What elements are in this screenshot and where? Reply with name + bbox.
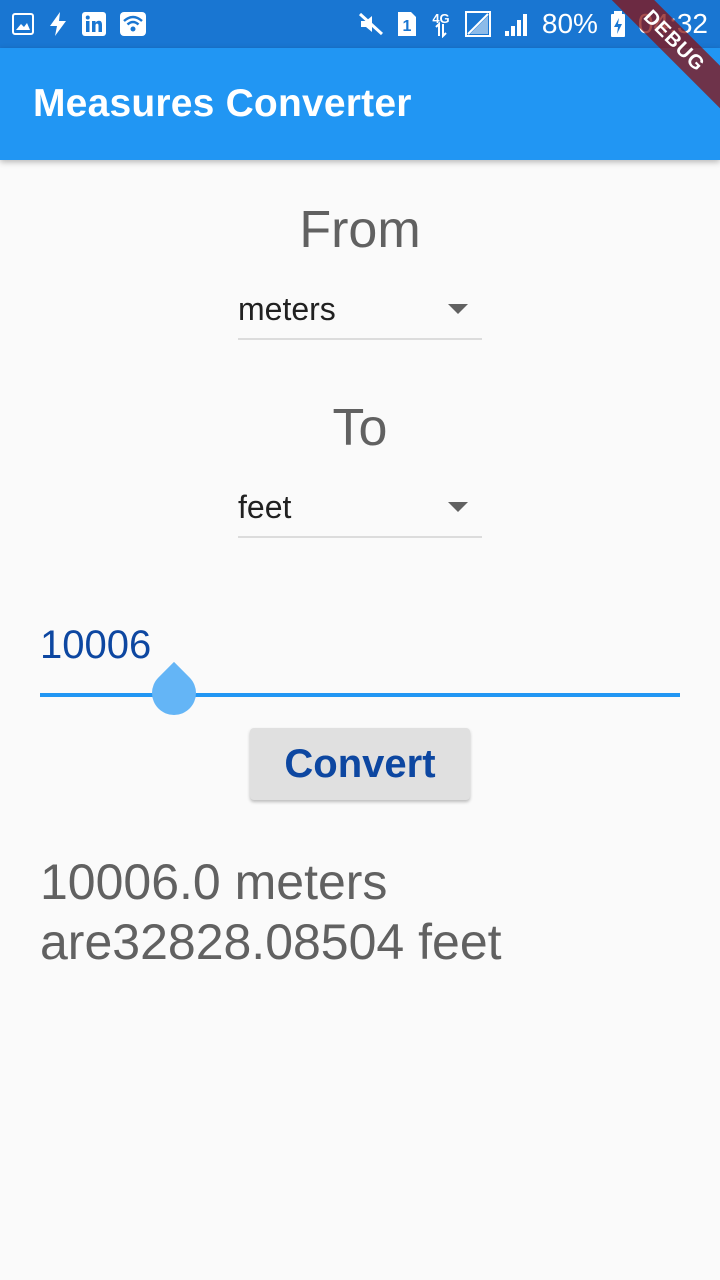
app-bar: Measures Converter [0,48,720,160]
no-signal-icon [464,10,492,38]
to-label: To [332,399,388,457]
dropdown-arrow-icon [448,502,468,512]
status-bar-left [12,11,146,37]
from-label: From [299,201,421,259]
result-text: 10006.0 meters are32828.08504 feet [40,852,680,972]
value-field [40,614,680,725]
result-line-2: are32828.08504 feet [40,914,502,970]
mute-icon [358,12,384,36]
signal-icon [504,11,530,37]
sim-1-icon: 1 [396,10,418,38]
svg-text:4G: 4G [432,11,449,26]
value-input[interactable] [40,614,680,676]
to-unit-value: feet [238,488,292,525]
battery-percentage: 80% [541,8,598,39]
wifi-icon [120,12,146,36]
from-unit-dropdown[interactable]: meters [238,280,482,340]
status-bar: 1 4G 80% 04:32 [0,0,720,48]
status-bar-right: 1 4G 80% 04:32 [358,8,708,40]
value-field-underline [40,693,680,697]
result-line-1: 10006.0 meters [40,854,388,910]
battery-icon [610,10,626,38]
gallery-icon [12,13,34,35]
from-unit-value: meters [238,290,336,327]
dropdown-arrow-icon [448,304,468,314]
linkedin-icon [82,12,106,36]
convert-button[interactable]: Convert [250,728,470,800]
to-unit-dropdown[interactable]: feet [238,478,482,538]
4g-icon: 4G [430,10,452,38]
app-title: Measures Converter [33,82,412,125]
svg-text:1: 1 [402,18,411,35]
flash-icon [48,11,68,37]
status-time: 04:32 [637,8,708,39]
